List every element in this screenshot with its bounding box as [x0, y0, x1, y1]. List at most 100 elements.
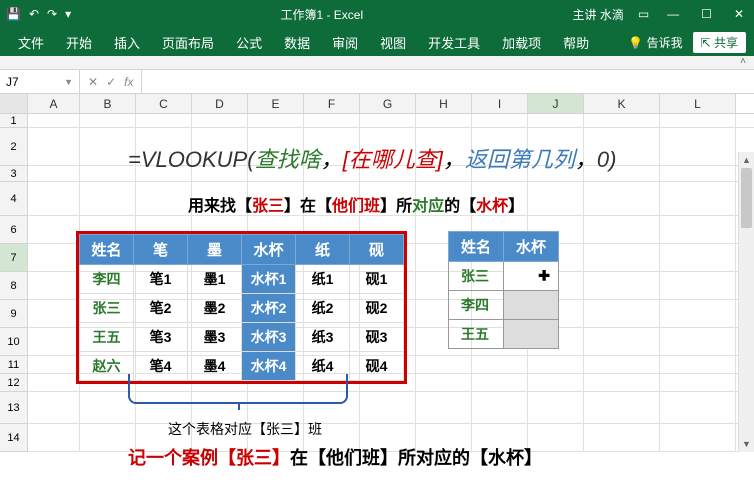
cursor-icon: ✚	[538, 268, 550, 285]
table-cell: 墨2	[188, 294, 242, 323]
tab-开发工具[interactable]: 开发工具	[418, 29, 490, 56]
table-header: 砚	[350, 235, 404, 265]
row-header[interactable]: 12	[0, 374, 28, 392]
accept-fx-icon[interactable]: ✓	[106, 75, 116, 89]
tellme-icon[interactable]: 💡 告诉我	[628, 34, 682, 51]
row-header[interactable]: 4	[0, 182, 28, 216]
row-header[interactable]: 6	[0, 216, 28, 244]
col-header[interactable]: J	[528, 94, 584, 113]
window-title: 工作簿1 - Excel	[71, 6, 572, 23]
name-box[interactable]: J7 ▼	[0, 70, 80, 93]
name-box-value: J7	[6, 75, 19, 89]
table-cell: 张三	[449, 262, 504, 291]
table-cell: 笔3	[134, 323, 188, 352]
active-cell[interactable]: ✚	[504, 262, 559, 291]
quick-access-toolbar: 💾 ↶ ↷ ▾	[6, 7, 71, 21]
col-header[interactable]: F	[304, 94, 360, 113]
row-header[interactable]: 13	[0, 392, 28, 424]
col-header[interactable]: B	[80, 94, 136, 113]
table-cell: 王五	[80, 323, 134, 352]
tab-数据[interactable]: 数据	[274, 29, 320, 56]
select-all-corner[interactable]	[0, 94, 28, 113]
share-button[interactable]: ⇱ 共享	[693, 32, 746, 53]
table-cell: 砚1	[350, 265, 404, 294]
tab-页面布局[interactable]: 页面布局	[152, 29, 224, 56]
col-header[interactable]: H	[416, 94, 472, 113]
row-header[interactable]: 2	[0, 128, 28, 166]
table-cell: 张三	[80, 294, 134, 323]
table-header: 水杯	[504, 232, 559, 262]
col-header[interactable]: D	[192, 94, 248, 113]
minimize-icon[interactable]: —	[663, 7, 683, 21]
table-header: 水杯	[242, 235, 296, 265]
description-text: 用来找【张三】在【他们班】所对应的【水杯】	[188, 192, 524, 216]
row-header[interactable]: 9	[0, 300, 28, 328]
row-header[interactable]: 11	[0, 356, 28, 374]
bracket-annotation	[128, 374, 348, 404]
tab-文件[interactable]: 文件	[8, 29, 54, 56]
scroll-down-icon[interactable]: ▼	[739, 436, 754, 452]
table-cell	[504, 320, 559, 349]
table-cell: 砚4	[350, 352, 404, 381]
row-header[interactable]: 8	[0, 272, 28, 300]
ribbon-tabs: 文件开始插入页面布局公式数据审阅视图开发工具加载项帮助 💡 告诉我 ⇱ 共享	[0, 28, 754, 56]
tab-公式[interactable]: 公式	[226, 29, 272, 56]
table-cell: 纸2	[296, 294, 350, 323]
close-icon[interactable]: ✕	[730, 7, 748, 21]
table-header: 墨	[188, 235, 242, 265]
table-cell: 纸3	[296, 323, 350, 352]
column-headers: ABCDEFGHIJKL	[0, 94, 754, 114]
result-table: 姓名水杯张三✚李四王五	[448, 231, 559, 349]
table-cell: 墨3	[188, 323, 242, 352]
table-header: 姓名	[80, 235, 134, 265]
col-header[interactable]: G	[360, 94, 416, 113]
tab-开始[interactable]: 开始	[56, 29, 102, 56]
fx-icon[interactable]: fx	[124, 75, 133, 89]
maximize-icon[interactable]: ☐	[697, 7, 716, 21]
table-cell: 赵六	[80, 352, 134, 381]
col-header[interactable]: E	[248, 94, 304, 113]
cancel-fx-icon[interactable]: ✕	[88, 75, 98, 89]
table-cell: 王五	[449, 320, 504, 349]
row-header[interactable]: 14	[0, 424, 28, 452]
row-header[interactable]: 10	[0, 328, 28, 356]
table-header: 姓名	[449, 232, 504, 262]
tab-插入[interactable]: 插入	[104, 29, 150, 56]
title-bar: 💾 ↶ ↷ ▾ 工作簿1 - Excel 主讲 水滴 ▭ — ☐ ✕	[0, 0, 754, 28]
save-icon[interactable]: 💾	[6, 7, 21, 21]
redo-icon[interactable]: ↷	[47, 7, 57, 21]
note-text-1: 这个表格对应【张三】班	[168, 419, 322, 439]
table-cell: 纸1	[296, 265, 350, 294]
table-cell: 水杯1	[242, 265, 296, 294]
tab-审阅[interactable]: 审阅	[322, 29, 368, 56]
col-header[interactable]: L	[660, 94, 736, 113]
vertical-scrollbar[interactable]: ▲ ▼	[738, 152, 754, 452]
col-header[interactable]: K	[584, 94, 660, 113]
tab-帮助[interactable]: 帮助	[553, 29, 599, 56]
tab-加载项[interactable]: 加载项	[492, 29, 551, 56]
col-header[interactable]: C	[136, 94, 192, 113]
undo-icon[interactable]: ↶	[29, 7, 39, 21]
table-cell: 笔1	[134, 265, 188, 294]
row-header[interactable]: 7	[0, 244, 28, 272]
scrollbar-thumb[interactable]	[741, 168, 752, 228]
table-cell: 水杯3	[242, 323, 296, 352]
cell-grid[interactable]: =VLOOKUP(查找啥，[在哪儿查]，返回第几列，0) 用来找【张三】在【他们…	[28, 114, 754, 452]
ribbon-collapse-bar[interactable]: ˄	[0, 56, 754, 70]
scroll-up-icon[interactable]: ▲	[739, 152, 754, 168]
table-header: 纸	[296, 235, 350, 265]
tab-视图[interactable]: 视图	[370, 29, 416, 56]
table-cell: 水杯2	[242, 294, 296, 323]
ribbon-options-icon[interactable]: ▭	[638, 7, 649, 21]
chevron-down-icon[interactable]: ▼	[64, 77, 73, 87]
table-cell: 李四	[80, 265, 134, 294]
worksheet: ABCDEFGHIJKL 123467891011121314 =VLOOKUP…	[0, 94, 754, 452]
row-header[interactable]: 3	[0, 166, 28, 182]
row-header[interactable]: 1	[0, 114, 28, 128]
row-headers: 123467891011121314	[0, 114, 28, 452]
table-cell: 砚3	[350, 323, 404, 352]
col-header[interactable]: I	[472, 94, 528, 113]
col-header[interactable]: A	[28, 94, 80, 113]
presenter-label: 主讲 水滴	[572, 6, 623, 23]
note-text-2: 记一个案例【张三】在【他们班】所对应的【水杯】	[128, 444, 542, 470]
